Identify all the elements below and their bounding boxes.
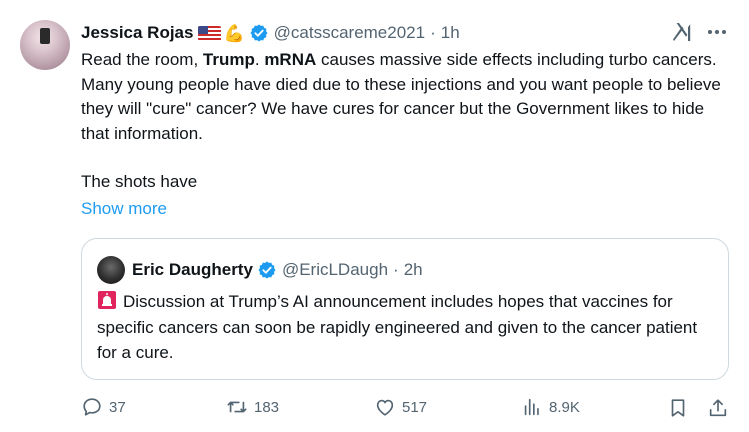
quote-header: Eric Daugherty @EricLDaugh · 2h	[97, 256, 423, 284]
reply-button[interactable]: 37	[81, 396, 126, 418]
tweet-timestamp[interactable]: 1h	[441, 23, 460, 43]
view-count: 8.9K	[549, 398, 580, 416]
like-icon	[376, 399, 394, 416]
tweet-paragraph-2: The shots have	[81, 172, 198, 191]
repost-button[interactable]: 183	[226, 396, 279, 418]
tweet-body: Read the room, Trump. mRNA causes massiv…	[81, 48, 721, 221]
quote-text-content: Discussion at Trump’s AI announcement in…	[97, 292, 698, 362]
tweet-paragraph-1: Read the room, Trump. mRNA causes massiv…	[81, 48, 721, 146]
share-button[interactable]	[707, 397, 729, 419]
quote-text: Discussion at Trump’s AI announcement in…	[97, 289, 717, 366]
repost-icon	[227, 401, 247, 413]
tweet-text-segment: .	[254, 50, 265, 69]
show-more-link[interactable]: Show more	[81, 197, 721, 221]
bookmark-icon	[671, 399, 685, 417]
avatar-phone-detail	[40, 28, 50, 44]
repost-count: 183	[254, 398, 280, 416]
views-button[interactable]: 8.9K	[521, 396, 580, 418]
author-name[interactable]: Jessica Rojas	[81, 23, 193, 43]
tweet-header: Jessica Rojas 💪 @catsscareme2021 · 1h	[81, 20, 460, 46]
author-handle[interactable]: @catsscareme2021	[274, 23, 425, 43]
more-icon[interactable]	[705, 20, 729, 44]
tweet-actions: 37 183 517 8.9K	[81, 396, 729, 420]
like-button[interactable]: 517	[374, 396, 427, 418]
quote-author-handle[interactable]: @EricLDaugh	[282, 260, 388, 280]
share-icon	[709, 399, 727, 417]
tweet-text-segment: Read the room,	[81, 50, 203, 69]
views-icon	[524, 398, 539, 416]
quote-author-avatar[interactable]	[97, 256, 125, 284]
quote-timestamp[interactable]: 2h	[404, 260, 423, 280]
separator-dot: ·	[393, 260, 399, 279]
flexed-biceps-icon: 💪	[223, 23, 245, 43]
bookmark-button[interactable]	[667, 397, 689, 419]
separator-dot: ·	[430, 23, 436, 42]
like-count: 517	[402, 398, 428, 416]
quoted-tweet[interactable]: Eric Daugherty @EricLDaugh · 2h Discussi…	[81, 238, 729, 380]
siren-icon	[98, 291, 116, 309]
reply-count: 37	[109, 398, 126, 416]
verified-badge-icon[interactable]	[249, 23, 269, 43]
tweet-bold-mrna: mRNA	[264, 50, 317, 69]
reply-icon	[83, 398, 101, 416]
flag-us-icon	[198, 25, 222, 41]
quote-author-name[interactable]: Eric Daugherty	[132, 260, 253, 280]
tweet-bold-trump: Trump	[202, 50, 255, 69]
verified-badge-icon[interactable]	[257, 260, 277, 280]
author-avatar[interactable]	[20, 20, 70, 70]
grok-icon[interactable]	[670, 20, 694, 44]
